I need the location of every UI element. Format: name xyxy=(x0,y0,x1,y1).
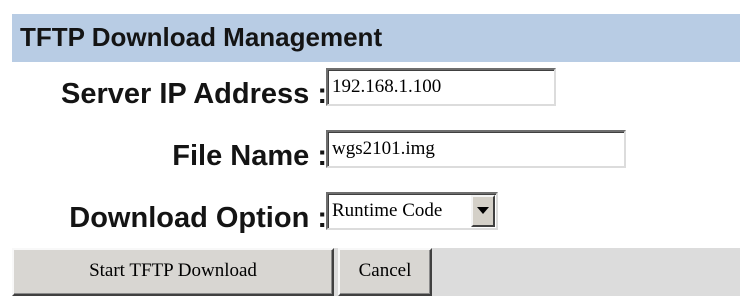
start-tftp-download-button[interactable]: Start TFTP Download xyxy=(12,248,334,296)
tftp-download-panel: TFTP Download Management Server IP Addre… xyxy=(12,14,740,296)
file-name-input[interactable]: wgs2101.img xyxy=(326,130,626,168)
chevron-down-icon xyxy=(477,207,489,214)
button-bar: Start TFTP Download Cancel xyxy=(12,248,740,296)
download-option-value: Runtime Code xyxy=(332,200,443,221)
server-ip-input[interactable]: 192.168.1.100 xyxy=(326,68,556,106)
dropdown-button[interactable] xyxy=(471,195,495,227)
page-title: TFTP Download Management xyxy=(20,22,383,52)
server-ip-label: Server IP Address : xyxy=(61,78,327,110)
download-option-label: Download Option : xyxy=(69,202,327,234)
server-ip-row: Server IP Address : 192.168.1.100 xyxy=(12,68,740,128)
file-name-value: wgs2101.img xyxy=(332,138,435,159)
download-option-row: Download Option : Runtime Code xyxy=(12,192,740,252)
file-name-label: File Name : xyxy=(172,140,327,172)
download-option-select[interactable]: Runtime Code xyxy=(326,192,498,230)
cancel-button[interactable]: Cancel xyxy=(338,248,432,296)
panel-header: TFTP Download Management xyxy=(12,14,740,62)
server-ip-value: 192.168.1.100 xyxy=(332,76,442,97)
file-name-row: File Name : wgs2101.img xyxy=(12,130,740,190)
